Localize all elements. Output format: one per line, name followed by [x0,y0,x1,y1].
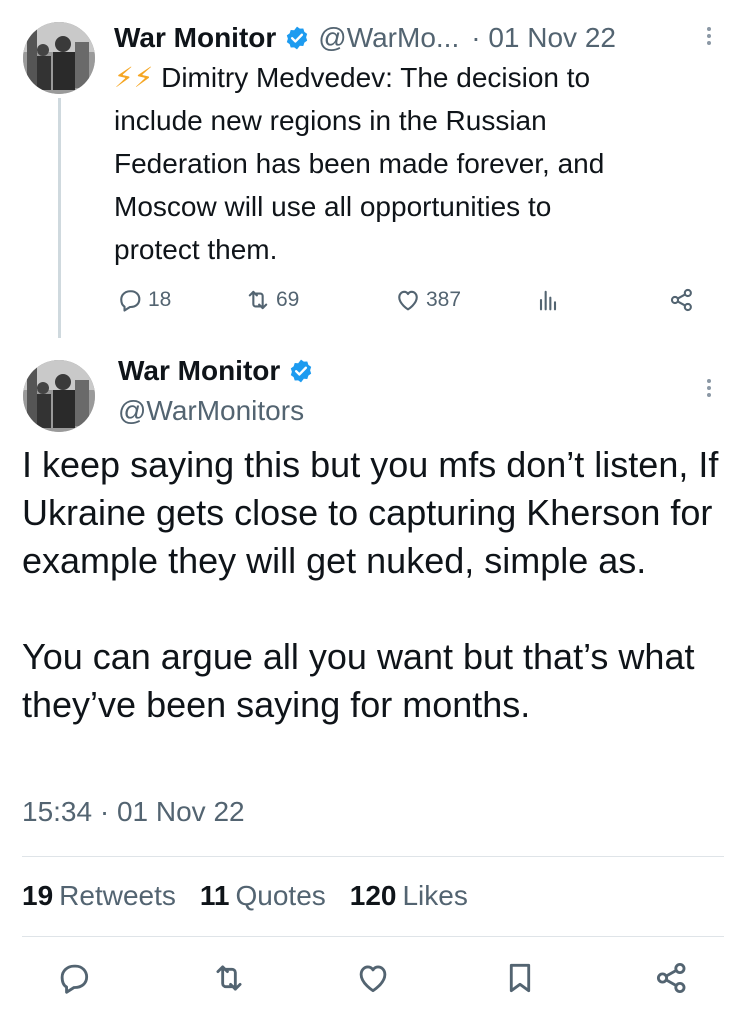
verified-badge-icon [284,25,310,51]
retweet-button[interactable]: 69 [244,282,299,318]
quotes-value: 11 [199,880,230,911]
tweet-stats: 19 Retweets 11 Quotes 120 Likes [22,880,492,912]
likes-value: 120 [349,880,397,911]
retweet-icon [210,959,248,1002]
retweet-icon [244,286,272,314]
bookmark-button[interactable] [498,958,542,1002]
likes-label: Likes [402,880,468,911]
divider [22,856,724,857]
share-icon [653,959,691,1002]
like-button[interactable]: 387 [394,282,461,318]
bookmark-icon [501,959,539,1002]
main-author-avatar[interactable] [23,360,95,432]
divider [22,936,724,937]
reply-text-line-3: Federation has been made forever, and [114,148,605,179]
likes-stat[interactable]: 120 Likes [350,880,468,912]
reply-action-bar: 18 69 387 [116,282,706,318]
main-tweet-text: I keep saying this but you mfs don’t lis… [22,441,732,729]
retweet-button[interactable] [207,958,251,1002]
share-button[interactable] [668,282,696,318]
reply-text: ⚡⚡ Dimitry Medvedev: The decision to inc… [114,56,714,271]
reply-icon [116,286,144,314]
heart-icon [394,286,422,314]
reply-text-line-2: include new regions in the Russian [114,105,547,136]
reply-date[interactable]: · 01 Nov 22 [471,22,616,54]
more-vertical-icon[interactable] [703,376,715,402]
retweets-value: 19 [22,880,54,911]
reply-text-line-5: protect them. [114,234,278,265]
reply-count: 18 [148,288,172,311]
tweet-action-bar [0,958,745,1002]
main-author-handle[interactable]: @WarMonitors [118,395,304,427]
reply-text-line-4: Moscow will use all opportunities to [114,191,552,222]
quotes-label: Quotes [235,880,326,911]
main-author-name-row: War Monitor [118,355,314,387]
retweets-stat[interactable]: 19 Retweets [22,880,176,912]
like-button[interactable] [351,958,395,1002]
reply-author-name[interactable]: War Monitor [114,22,276,54]
heart-icon [354,959,392,1002]
tweet-timestamp[interactable]: 15:34 · 01 Nov 22 [22,796,245,828]
main-author-name[interactable]: War Monitor [118,355,280,387]
views-button[interactable] [534,282,562,318]
reply-author-avatar[interactable] [23,22,95,94]
reply-text-line-1: Dimitry Medvedev: The decision to [161,62,591,93]
reply-button[interactable] [52,958,96,1002]
lightning-bolt-icon: ⚡⚡ [114,62,154,93]
reply-author-handle[interactable]: @WarMo... [318,22,459,54]
reply-button[interactable]: 18 [116,282,171,318]
reply-header: War Monitor @WarMo... · 01 Nov 22 [114,18,734,58]
quotes-stat[interactable]: 11 Quotes [200,880,326,912]
verified-badge-icon [288,358,314,384]
tweet-paragraph-1: I keep saying this but you mfs don’t lis… [22,444,719,581]
thread-connector-line [58,98,61,338]
more-vertical-icon[interactable] [703,24,715,50]
like-count: 387 [426,288,462,311]
reply-icon [55,959,93,1002]
share-icon [668,286,696,314]
retweet-count: 69 [276,288,300,311]
share-button[interactable] [650,958,694,1002]
retweets-label: Retweets [59,880,176,911]
tweet-paragraph-2: You can argue all you want but that’s wh… [22,636,695,725]
views-icon [534,286,562,314]
